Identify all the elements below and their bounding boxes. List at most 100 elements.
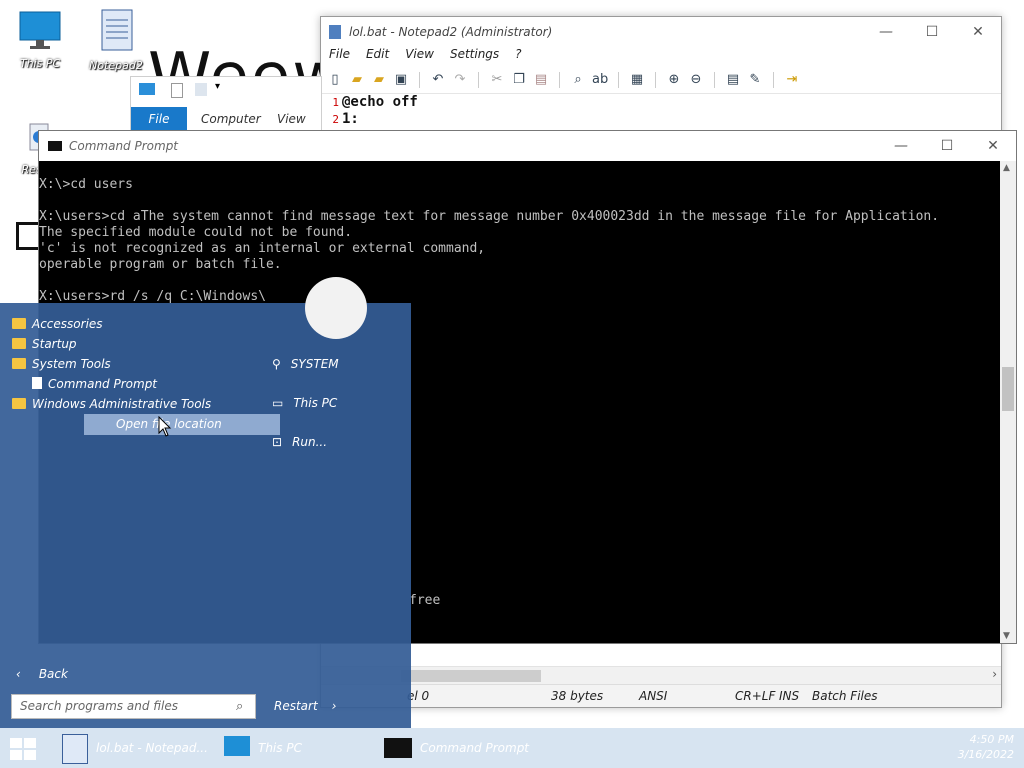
taskbar-item-cmd[interactable]: Command Prompt bbox=[384, 728, 529, 768]
start-right-this-pc[interactable]: ▭ This PC bbox=[272, 393, 337, 413]
taskbar-item-notepad[interactable]: lol.bat - Notepad... bbox=[62, 728, 208, 768]
new-file-icon[interactable]: ▯ bbox=[327, 72, 343, 88]
toolbar-separator bbox=[773, 72, 774, 88]
minimize-button[interactable]: — bbox=[878, 131, 924, 161]
mouse-cursor-icon bbox=[158, 416, 172, 437]
scroll-down-icon[interactable]: ▼ bbox=[1003, 631, 1010, 641]
user-icon: ⚲ bbox=[272, 357, 281, 371]
redo-icon[interactable]: ↷ bbox=[452, 72, 468, 88]
find-icon[interactable]: ⌕ bbox=[570, 72, 586, 88]
customize-icon[interactable]: ✎ bbox=[747, 72, 763, 88]
windows-start-icon[interactable] bbox=[10, 738, 36, 760]
cmd-app-icon bbox=[48, 141, 62, 151]
menu-file[interactable]: File bbox=[329, 47, 350, 67]
scrollbar-thumb[interactable] bbox=[401, 670, 541, 682]
dropdown-icon[interactable]: ▾ bbox=[215, 81, 220, 92]
laptop-icon: ▭ bbox=[272, 396, 284, 410]
zoom-out-icon[interactable]: ⊖ bbox=[688, 72, 704, 88]
start-right-system[interactable]: ⚲ SYSTEM bbox=[272, 354, 339, 374]
taskbar-clock[interactable]: 4:50 PM 3/16/2022 bbox=[958, 732, 1014, 762]
tab-computer[interactable]: Computer bbox=[201, 107, 261, 131]
start-right-label: This PC bbox=[293, 396, 338, 410]
paste-icon[interactable]: ▤ bbox=[533, 72, 549, 88]
clock-time: 4:50 PM bbox=[969, 733, 1014, 746]
taskbar-item-label: lol.bat - Notepad... bbox=[96, 741, 208, 755]
goto-icon[interactable]: ▦ bbox=[629, 72, 645, 88]
desktop-icon-label: This PC bbox=[19, 57, 61, 70]
taskbar-item-this-pc[interactable]: This PC bbox=[224, 728, 302, 768]
start-item-admin-tools[interactable]: Windows Administrative Tools bbox=[12, 394, 211, 414]
maximize-button[interactable]: ☐ bbox=[909, 17, 955, 47]
maximize-button[interactable]: ☐ bbox=[924, 131, 970, 161]
monitor-icon bbox=[224, 736, 250, 756]
editor-line: 2 1: bbox=[321, 111, 1001, 128]
toolbar-separator bbox=[714, 72, 715, 88]
folder-icon bbox=[12, 398, 26, 409]
start-item-label: Windows Administrative Tools bbox=[32, 397, 212, 411]
save-icon[interactable]: ▣ bbox=[393, 72, 409, 88]
close-button[interactable]: ✕ bbox=[970, 131, 1016, 161]
start-item-label: Accessories bbox=[32, 317, 103, 331]
search-icon: ⌕ bbox=[236, 699, 244, 714]
desktop-icon-notepad2[interactable]: Notepad2 bbox=[86, 8, 146, 72]
tab-view[interactable]: View bbox=[277, 107, 306, 131]
menu-edit[interactable]: Edit bbox=[366, 47, 389, 67]
start-item-startup[interactable]: Startup bbox=[12, 334, 77, 354]
scroll-up-icon[interactable]: ▲ bbox=[1003, 163, 1010, 173]
open-folder-icon[interactable]: ▰ bbox=[349, 72, 365, 88]
search-input[interactable]: Search programs and files bbox=[11, 694, 256, 719]
notepad-title: lol.bat - Notepad2 (Administrator) bbox=[349, 25, 553, 39]
start-item-label: Command Prompt bbox=[48, 377, 158, 391]
status-encoding: ANSI bbox=[639, 689, 668, 703]
notepad-editor[interactable]: 1 @echo off 2 1: bbox=[321, 94, 1001, 128]
restart-label: Restart bbox=[274, 699, 318, 713]
explorer-window[interactable]: ▾ File Computer View bbox=[130, 76, 322, 132]
replace-icon[interactable]: ab bbox=[592, 72, 608, 88]
back-label: Back bbox=[38, 667, 68, 681]
tab-file[interactable]: File bbox=[131, 107, 187, 131]
monitor-icon bbox=[19, 11, 61, 49]
taskbar-item-label: This PC bbox=[258, 741, 302, 755]
start-item-command-prompt[interactable]: Command Prompt bbox=[32, 374, 157, 394]
scrollbar-thumb[interactable] bbox=[1002, 367, 1014, 411]
document-icon bbox=[171, 83, 183, 98]
start-item-accessories[interactable]: Accessories bbox=[12, 314, 103, 334]
notepad-titlebar[interactable]: lol.bat - Notepad2 (Administrator) — ☐ ✕ bbox=[321, 17, 1001, 47]
desktop-icon-this-pc[interactable]: This PC bbox=[10, 10, 70, 70]
notepad-app-icon bbox=[329, 25, 341, 39]
back-button[interactable]: ‹ Back bbox=[16, 664, 68, 684]
start-item-system-tools[interactable]: System Tools bbox=[12, 354, 111, 374]
notepad-icon bbox=[101, 9, 133, 51]
start-right-label: SYSTEM bbox=[290, 357, 339, 371]
exit-icon[interactable]: ⇥ bbox=[784, 72, 800, 88]
clock-date: 3/16/2022 bbox=[957, 748, 1014, 761]
menu-view[interactable]: View bbox=[405, 47, 434, 67]
menu-help[interactable]: ? bbox=[515, 47, 521, 67]
line-number: 2 bbox=[332, 113, 339, 126]
scheme-icon[interactable]: ▤ bbox=[725, 72, 741, 88]
status-mode: INS bbox=[779, 689, 800, 703]
cmd-titlebar[interactable]: Command Prompt — ☐ ✕ bbox=[39, 131, 1016, 161]
copy-icon[interactable]: ❐ bbox=[511, 72, 527, 88]
cmd-output: X:\>cd users X:\users>cd aThe system can… bbox=[39, 177, 940, 304]
restart-button[interactable]: Restart › bbox=[274, 696, 336, 716]
zoom-in-icon[interactable]: ⊕ bbox=[666, 72, 682, 88]
status-eol: CR+LF bbox=[735, 689, 776, 703]
start-item-label: System Tools bbox=[32, 357, 111, 371]
start-right-label: Run... bbox=[292, 435, 328, 449]
cut-icon[interactable]: ✂ bbox=[489, 72, 505, 88]
minimize-button[interactable]: — bbox=[863, 17, 909, 47]
notepad-horizontal-scrollbar[interactable]: › bbox=[321, 666, 1001, 685]
start-right-run[interactable]: ⊡ Run... bbox=[272, 432, 327, 452]
browse-icon[interactable]: ▰ bbox=[371, 72, 387, 88]
line-number: 1 bbox=[332, 96, 339, 109]
menu-settings[interactable]: Settings bbox=[450, 47, 499, 67]
close-button[interactable]: ✕ bbox=[955, 17, 1001, 47]
properties-icon bbox=[195, 83, 207, 96]
cmd-vertical-scrollbar[interactable]: ▲ ▼ bbox=[1000, 161, 1016, 643]
scroll-right-icon[interactable]: › bbox=[992, 667, 997, 681]
notepad-statusbar: el 0 38 bytes ANSI CR+LF INS Batch Files bbox=[321, 684, 1001, 707]
undo-icon[interactable]: ↶ bbox=[430, 72, 446, 88]
context-open-file-location[interactable]: Open file location bbox=[84, 414, 280, 435]
document-icon bbox=[32, 377, 42, 389]
